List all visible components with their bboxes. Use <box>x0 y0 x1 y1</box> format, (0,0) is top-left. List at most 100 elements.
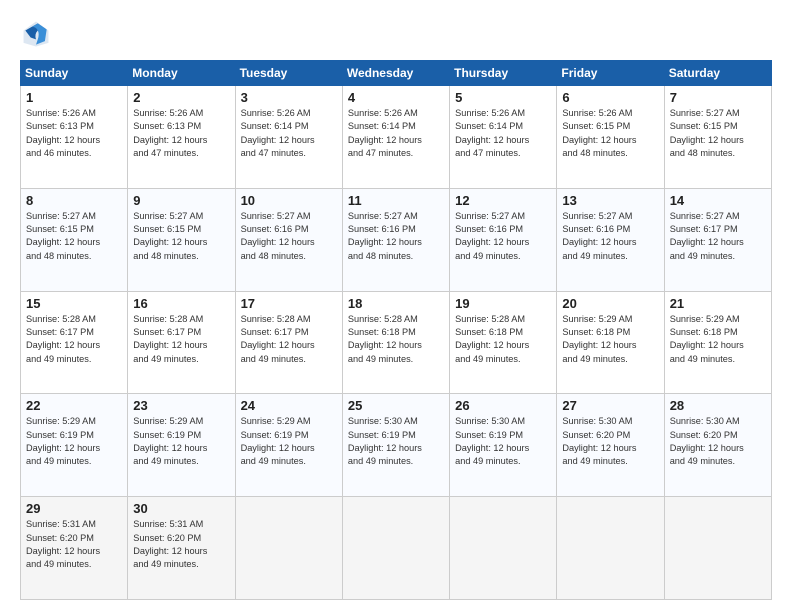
day-info: Sunrise: 5:29 AM Sunset: 6:19 PM Dayligh… <box>241 415 337 468</box>
calendar-header-tuesday: Tuesday <box>235 61 342 86</box>
day-number: 4 <box>348 90 444 105</box>
calendar-cell: 22 Sunrise: 5:29 AM Sunset: 6:19 PM Dayl… <box>21 394 128 497</box>
day-info: Sunrise: 5:27 AM Sunset: 6:16 PM Dayligh… <box>455 210 551 263</box>
day-info: Sunrise: 5:30 AM Sunset: 6:19 PM Dayligh… <box>455 415 551 468</box>
calendar-week-2: 8 Sunrise: 5:27 AM Sunset: 6:15 PM Dayli… <box>21 188 772 291</box>
calendar-cell: 26 Sunrise: 5:30 AM Sunset: 6:19 PM Dayl… <box>450 394 557 497</box>
day-info: Sunrise: 5:28 AM Sunset: 6:17 PM Dayligh… <box>241 313 337 366</box>
day-number: 6 <box>562 90 658 105</box>
day-number: 10 <box>241 193 337 208</box>
day-number: 29 <box>26 501 122 516</box>
calendar-cell: 24 Sunrise: 5:29 AM Sunset: 6:19 PM Dayl… <box>235 394 342 497</box>
calendar-cell: 23 Sunrise: 5:29 AM Sunset: 6:19 PM Dayl… <box>128 394 235 497</box>
day-info: Sunrise: 5:30 AM Sunset: 6:20 PM Dayligh… <box>670 415 766 468</box>
calendar-cell <box>557 497 664 600</box>
header <box>20 18 772 50</box>
day-number: 28 <box>670 398 766 413</box>
day-number: 12 <box>455 193 551 208</box>
calendar-cell <box>450 497 557 600</box>
day-info: Sunrise: 5:26 AM Sunset: 6:14 PM Dayligh… <box>348 107 444 160</box>
day-number: 21 <box>670 296 766 311</box>
day-info: Sunrise: 5:26 AM Sunset: 6:13 PM Dayligh… <box>133 107 229 160</box>
day-info: Sunrise: 5:28 AM Sunset: 6:17 PM Dayligh… <box>133 313 229 366</box>
calendar-cell: 19 Sunrise: 5:28 AM Sunset: 6:18 PM Dayl… <box>450 291 557 394</box>
logo <box>20 18 58 50</box>
day-number: 22 <box>26 398 122 413</box>
day-number: 20 <box>562 296 658 311</box>
calendar-cell <box>235 497 342 600</box>
day-info: Sunrise: 5:26 AM Sunset: 6:14 PM Dayligh… <box>241 107 337 160</box>
calendar-cell: 28 Sunrise: 5:30 AM Sunset: 6:20 PM Dayl… <box>664 394 771 497</box>
day-number: 17 <box>241 296 337 311</box>
calendar-cell: 30 Sunrise: 5:31 AM Sunset: 6:20 PM Dayl… <box>128 497 235 600</box>
day-info: Sunrise: 5:26 AM Sunset: 6:14 PM Dayligh… <box>455 107 551 160</box>
calendar-cell: 29 Sunrise: 5:31 AM Sunset: 6:20 PM Dayl… <box>21 497 128 600</box>
calendar-cell: 16 Sunrise: 5:28 AM Sunset: 6:17 PM Dayl… <box>128 291 235 394</box>
day-number: 18 <box>348 296 444 311</box>
calendar-cell: 18 Sunrise: 5:28 AM Sunset: 6:18 PM Dayl… <box>342 291 449 394</box>
day-number: 8 <box>26 193 122 208</box>
calendar-header-friday: Friday <box>557 61 664 86</box>
calendar-header-sunday: Sunday <box>21 61 128 86</box>
day-number: 7 <box>670 90 766 105</box>
day-info: Sunrise: 5:31 AM Sunset: 6:20 PM Dayligh… <box>26 518 122 571</box>
day-number: 19 <box>455 296 551 311</box>
day-number: 24 <box>241 398 337 413</box>
day-info: Sunrise: 5:27 AM Sunset: 6:15 PM Dayligh… <box>26 210 122 263</box>
day-info: Sunrise: 5:31 AM Sunset: 6:20 PM Dayligh… <box>133 518 229 571</box>
day-info: Sunrise: 5:29 AM Sunset: 6:18 PM Dayligh… <box>670 313 766 366</box>
day-number: 1 <box>26 90 122 105</box>
calendar-cell: 14 Sunrise: 5:27 AM Sunset: 6:17 PM Dayl… <box>664 188 771 291</box>
calendar-header-thursday: Thursday <box>450 61 557 86</box>
calendar-cell: 21 Sunrise: 5:29 AM Sunset: 6:18 PM Dayl… <box>664 291 771 394</box>
calendar-header-monday: Monday <box>128 61 235 86</box>
calendar-week-3: 15 Sunrise: 5:28 AM Sunset: 6:17 PM Dayl… <box>21 291 772 394</box>
day-number: 27 <box>562 398 658 413</box>
calendar-cell: 12 Sunrise: 5:27 AM Sunset: 6:16 PM Dayl… <box>450 188 557 291</box>
calendar-cell: 4 Sunrise: 5:26 AM Sunset: 6:14 PM Dayli… <box>342 86 449 189</box>
calendar-cell <box>664 497 771 600</box>
calendar-table: SundayMondayTuesdayWednesdayThursdayFrid… <box>20 60 772 600</box>
calendar-header-wednesday: Wednesday <box>342 61 449 86</box>
day-info: Sunrise: 5:27 AM Sunset: 6:17 PM Dayligh… <box>670 210 766 263</box>
calendar-week-5: 29 Sunrise: 5:31 AM Sunset: 6:20 PM Dayl… <box>21 497 772 600</box>
day-info: Sunrise: 5:27 AM Sunset: 6:15 PM Dayligh… <box>670 107 766 160</box>
day-info: Sunrise: 5:30 AM Sunset: 6:20 PM Dayligh… <box>562 415 658 468</box>
day-number: 13 <box>562 193 658 208</box>
day-number: 11 <box>348 193 444 208</box>
calendar-cell <box>342 497 449 600</box>
calendar-cell: 27 Sunrise: 5:30 AM Sunset: 6:20 PM Dayl… <box>557 394 664 497</box>
day-info: Sunrise: 5:27 AM Sunset: 6:16 PM Dayligh… <box>562 210 658 263</box>
page: SundayMondayTuesdayWednesdayThursdayFrid… <box>0 0 792 612</box>
day-number: 23 <box>133 398 229 413</box>
day-number: 25 <box>348 398 444 413</box>
day-info: Sunrise: 5:26 AM Sunset: 6:13 PM Dayligh… <box>26 107 122 160</box>
calendar-cell: 1 Sunrise: 5:26 AM Sunset: 6:13 PM Dayli… <box>21 86 128 189</box>
calendar-cell: 15 Sunrise: 5:28 AM Sunset: 6:17 PM Dayl… <box>21 291 128 394</box>
day-number: 9 <box>133 193 229 208</box>
calendar-cell: 7 Sunrise: 5:27 AM Sunset: 6:15 PM Dayli… <box>664 86 771 189</box>
day-number: 15 <box>26 296 122 311</box>
calendar-cell: 6 Sunrise: 5:26 AM Sunset: 6:15 PM Dayli… <box>557 86 664 189</box>
day-info: Sunrise: 5:29 AM Sunset: 6:19 PM Dayligh… <box>133 415 229 468</box>
day-info: Sunrise: 5:30 AM Sunset: 6:19 PM Dayligh… <box>348 415 444 468</box>
day-info: Sunrise: 5:29 AM Sunset: 6:18 PM Dayligh… <box>562 313 658 366</box>
calendar-cell: 2 Sunrise: 5:26 AM Sunset: 6:13 PM Dayli… <box>128 86 235 189</box>
generalblue-logo-icon <box>20 18 52 50</box>
calendar-cell: 25 Sunrise: 5:30 AM Sunset: 6:19 PM Dayl… <box>342 394 449 497</box>
day-number: 2 <box>133 90 229 105</box>
day-number: 5 <box>455 90 551 105</box>
calendar-cell: 5 Sunrise: 5:26 AM Sunset: 6:14 PM Dayli… <box>450 86 557 189</box>
day-info: Sunrise: 5:27 AM Sunset: 6:16 PM Dayligh… <box>348 210 444 263</box>
day-info: Sunrise: 5:27 AM Sunset: 6:16 PM Dayligh… <box>241 210 337 263</box>
calendar-cell: 10 Sunrise: 5:27 AM Sunset: 6:16 PM Dayl… <box>235 188 342 291</box>
calendar-cell: 9 Sunrise: 5:27 AM Sunset: 6:15 PM Dayli… <box>128 188 235 291</box>
calendar-cell: 8 Sunrise: 5:27 AM Sunset: 6:15 PM Dayli… <box>21 188 128 291</box>
day-info: Sunrise: 5:28 AM Sunset: 6:17 PM Dayligh… <box>26 313 122 366</box>
calendar-cell: 11 Sunrise: 5:27 AM Sunset: 6:16 PM Dayl… <box>342 188 449 291</box>
day-info: Sunrise: 5:28 AM Sunset: 6:18 PM Dayligh… <box>455 313 551 366</box>
day-number: 26 <box>455 398 551 413</box>
calendar-week-4: 22 Sunrise: 5:29 AM Sunset: 6:19 PM Dayl… <box>21 394 772 497</box>
calendar-header-row: SundayMondayTuesdayWednesdayThursdayFrid… <box>21 61 772 86</box>
calendar-cell: 20 Sunrise: 5:29 AM Sunset: 6:18 PM Dayl… <box>557 291 664 394</box>
